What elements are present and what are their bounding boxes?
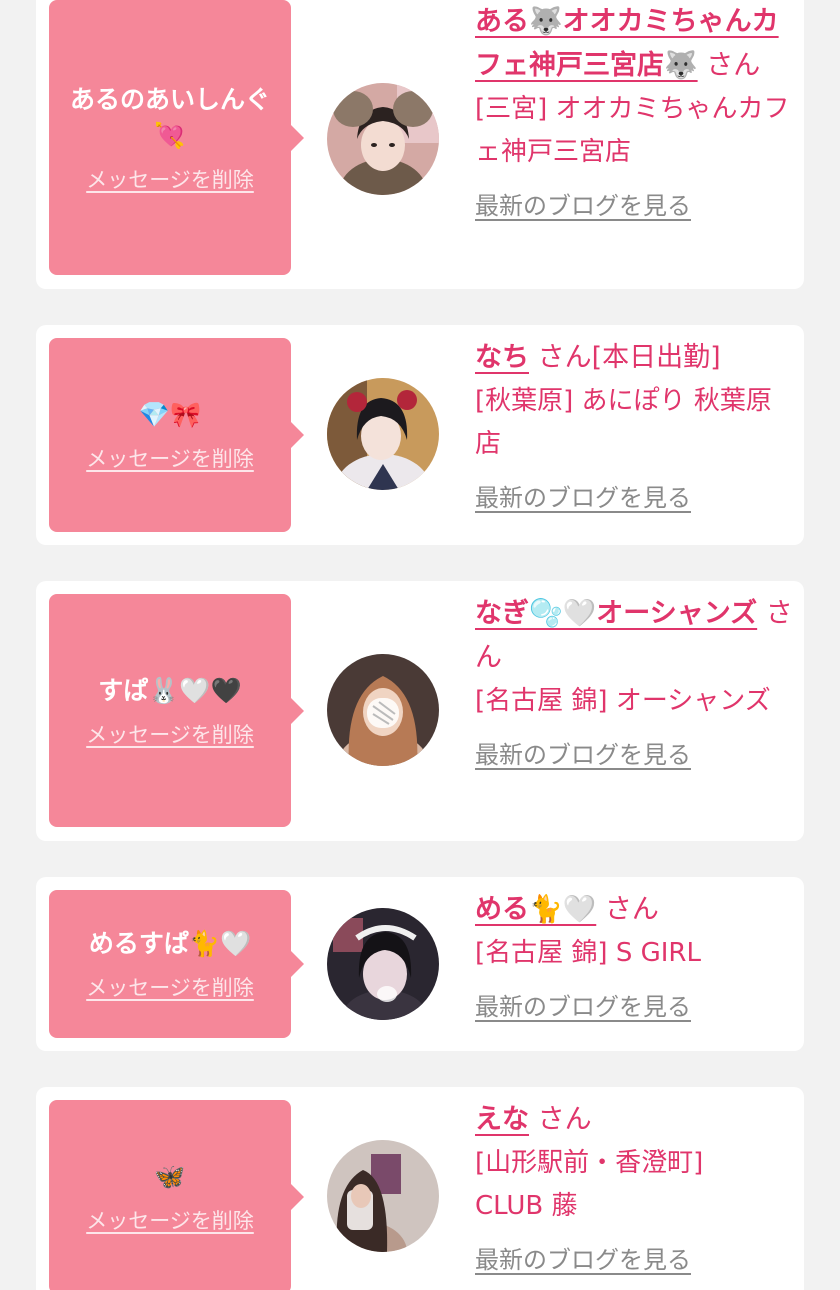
cast-name-link[interactable]: める🐈🤍 (475, 894, 596, 925)
list-item: めるすぱ🐈🤍 メッセージを削除 める🐈🤍 さん [名古屋 錦] S GIRL 最… (36, 877, 804, 1051)
shop-name: [名古屋 錦] S GIRL (475, 938, 701, 968)
list-item: 💎🎀 メッセージを削除 なち さん[本日出勤] [秋葉原] あにぽり 秋葉原店 … (36, 325, 804, 545)
avatar[interactable] (327, 908, 439, 1020)
message-bubble: すぱ🐰🤍🖤 メッセージを削除 (49, 594, 304, 827)
message-bubble: 💎🎀 メッセージを削除 (49, 338, 304, 532)
list-item: すぱ🐰🤍🖤 メッセージを削除 なぎ🫧🤍オーシャンズ さん [名古屋 錦] オーシ… (36, 581, 804, 841)
message-bubble: あるのあいしんぐ 💘 メッセージを削除 (49, 0, 304, 275)
delete-message-link[interactable]: メッセージを削除 (86, 1205, 254, 1235)
shop-name: [三宮] オオカミちゃんカフェ神戸三宮店 (475, 94, 790, 167)
avatar[interactable] (327, 378, 439, 490)
nickname: あるのあいしんぐ 💘 (69, 84, 270, 150)
latest-blog-link[interactable]: 最新のブログを見る (475, 478, 691, 513)
shop-name: [名古屋 錦] オーシャンズ (475, 686, 771, 716)
honorific: さん (706, 50, 761, 81)
cast-info: なち さん[本日出勤] [秋葉原] あにぽり 秋葉原店 最新のブログを見る (475, 336, 795, 513)
cast-info: ある🐺オオカミちゃんカフェ神戸三宮店🐺 さん [三宮] オオカミちゃんカフェ神戸… (475, 0, 795, 221)
shop-name: [秋葉原] あにぽり 秋葉原店 (475, 386, 772, 459)
cast-info: める🐈🤍 さん [名古屋 錦] S GIRL 最新のブログを見る (475, 888, 795, 1022)
message-bubble: 🦋 メッセージを削除 (49, 1100, 304, 1290)
cast-info: えな さん [山形駅前・香澄町] CLUB 藤 最新のブログを見る (475, 1098, 795, 1275)
nickname: すぱ🐰🤍🖤 (98, 675, 242, 705)
message-bubble: めるすぱ🐈🤍 メッセージを削除 (49, 890, 304, 1038)
delete-message-link[interactable]: メッセージを削除 (86, 972, 254, 1002)
status-badge: [本日出勤] (591, 342, 721, 373)
nickname: 💎🎀 (138, 400, 202, 429)
honorific: さん (604, 894, 659, 925)
avatar[interactable] (327, 83, 439, 195)
cast-info: なぎ🫧🤍オーシャンズ さん [名古屋 錦] オーシャンズ 最新のブログを見る (475, 592, 795, 770)
delete-message-link[interactable]: メッセージを削除 (86, 719, 254, 749)
cast-name-link[interactable]: なぎ🫧🤍オーシャンズ (475, 598, 757, 629)
delete-message-link[interactable]: メッセージを削除 (86, 164, 254, 194)
avatar[interactable] (327, 654, 439, 766)
latest-blog-link[interactable]: 最新のブログを見る (475, 186, 691, 221)
cast-name-link[interactable]: なち (475, 342, 529, 373)
delete-message-link[interactable]: メッセージを削除 (86, 443, 254, 473)
favorites-list: あるのあいしんぐ 💘 メッセージを削除 ある🐺オオカミちゃんカフェ神戸三宮店🐺 … (0, 0, 840, 1290)
shop-name: [山形駅前・香澄町] CLUB 藤 (475, 1148, 704, 1221)
latest-blog-link[interactable]: 最新のブログを見る (475, 987, 691, 1022)
nickname: めるすぱ🐈🤍 (88, 929, 252, 958)
list-item: あるのあいしんぐ 💘 メッセージを削除 ある🐺オオカミちゃんカフェ神戸三宮店🐺 … (36, 0, 804, 289)
latest-blog-link[interactable]: 最新のブログを見る (475, 1240, 691, 1275)
honorific: さん (537, 1104, 592, 1135)
avatar[interactable] (327, 1140, 439, 1252)
honorific: さん (537, 342, 592, 373)
latest-blog-link[interactable]: 最新のブログを見る (475, 735, 691, 770)
cast-name-link[interactable]: えな (475, 1104, 529, 1135)
nickname: 🦋 (154, 1162, 186, 1191)
list-item: 🦋 メッセージを削除 えな さん [山形駅前・香澄町] CLUB 藤 最新のブロ… (36, 1087, 804, 1290)
